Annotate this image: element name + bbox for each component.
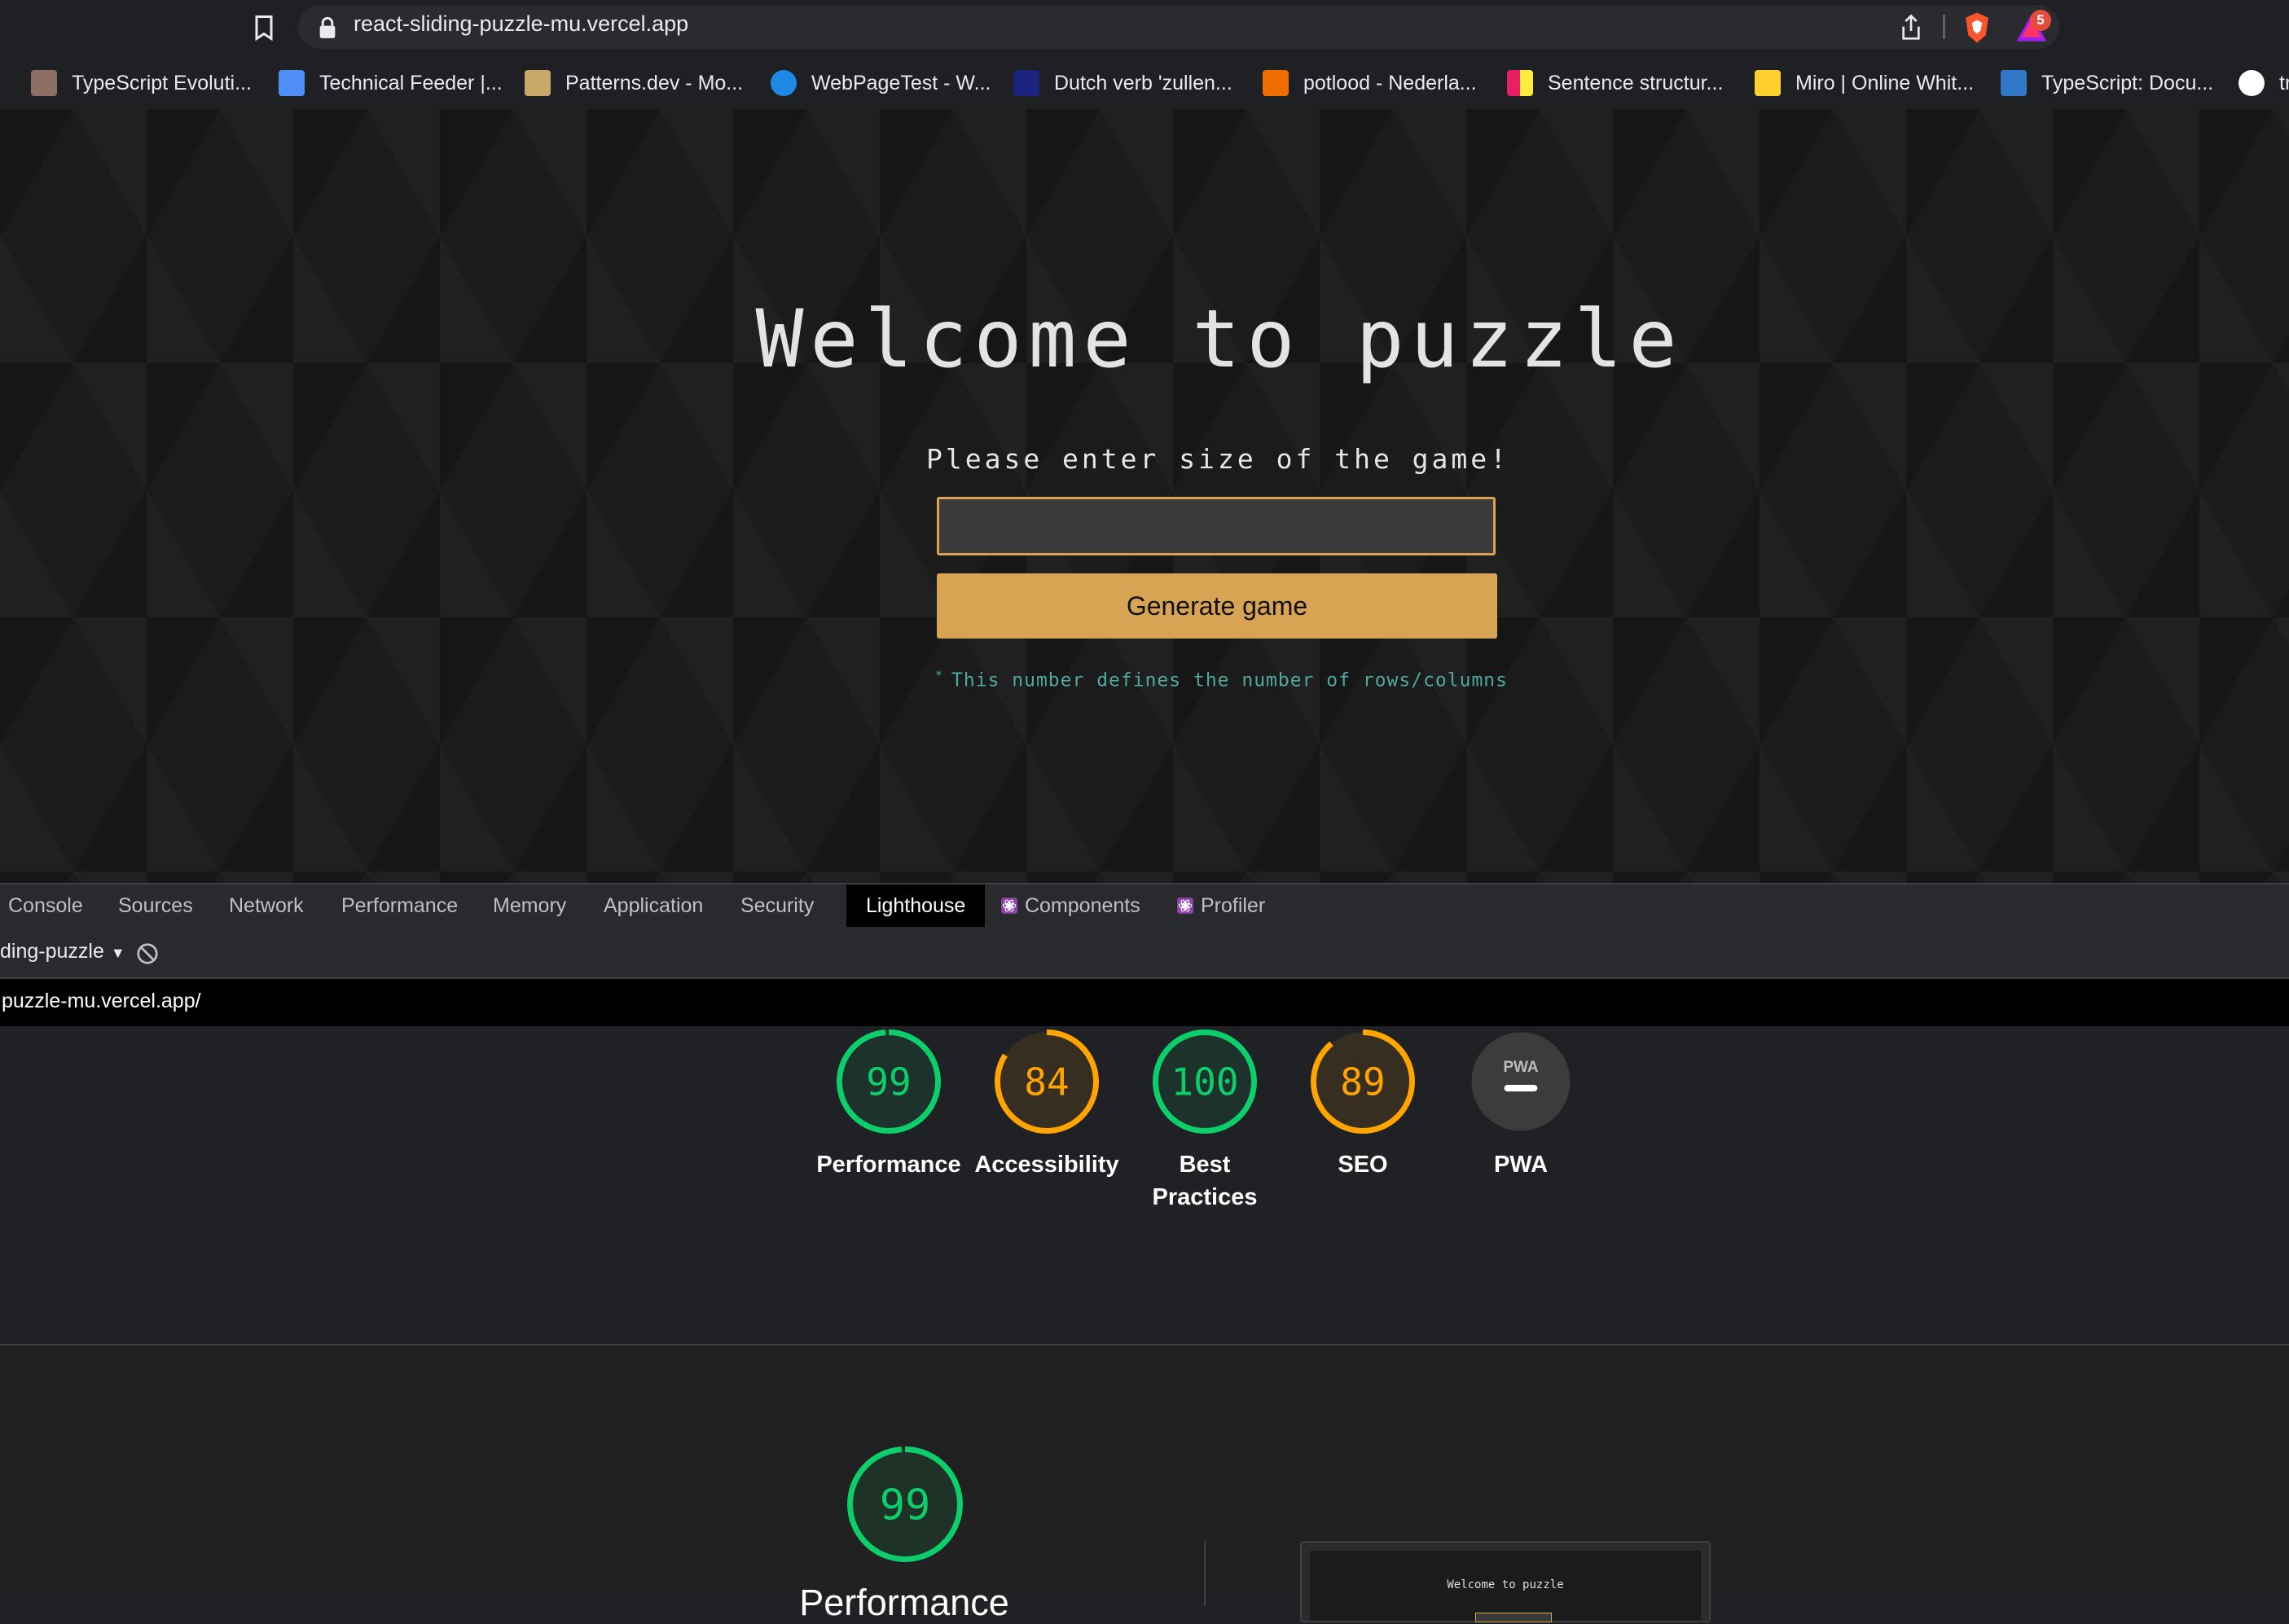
bookmark-item[interactable]: TypeScript Evoluti... [31,67,252,99]
page-viewport: Welcome to puzzle Please enter size of t… [0,109,2289,883]
gauge-seo[interactable]: 89 SEO [1281,1026,1444,1181]
bookmark-item[interactable]: Patterns.dev - Mo... [525,67,743,99]
tab-memory[interactable]: Memory [493,884,566,927]
generate-game-button[interactable]: Generate game [937,573,1497,639]
gauge-4-badge-text: PWA [1503,1059,1539,1076]
perf-big-value: 99 [880,1481,931,1530]
tab-profiler[interactable]: Profiler [1176,884,1265,927]
page-title: Welcome to puzzle [755,293,1684,386]
gauge-1-value: 84 [1024,1060,1069,1104]
hint-text: This number defines the number of rows/c… [951,669,1509,691]
section-divider [1204,1541,1206,1606]
thumbnail-page: Welcome to puzzle [1310,1551,1701,1622]
patterns-favicon [525,70,551,96]
bookmark-item[interactable]: Technical Feeder |... [279,67,503,99]
ts-favicon [2001,70,2027,96]
tab-lighthouse[interactable]: Lighthouse [846,884,986,927]
bookmark-item[interactable]: potlood - Nederla... [1263,67,1477,99]
miro-favicon [1755,70,1781,96]
tab-network[interactable]: Network [229,884,304,927]
score-gauge-2: 100 [1153,1029,1257,1134]
thumbnail-input [1475,1613,1552,1622]
grid-favicon [1507,70,1533,96]
react-icon [1177,898,1193,914]
tab-components[interactable]: Components [1000,884,1140,927]
tab-application[interactable]: Application [604,884,703,927]
gauge-performance[interactable]: 99 Performance [807,1026,970,1181]
gauge-label: Best Practices [1152,1152,1258,1210]
webpagetest-favicon [771,70,797,96]
score-gauge-1: 84 [995,1029,1099,1134]
bookmark-item[interactable]: Sentence structur... [1507,67,1723,99]
pencil-favicon [1263,70,1289,96]
gauge-pwa[interactable]: PWA PWA [1439,1026,1602,1181]
bookmark-icon[interactable] [249,13,279,42]
bookmark-item[interactable]: TypeScript: Docu... [2001,67,2213,99]
tab-console[interactable]: Console [8,884,83,927]
gauge-3-value: 89 [1340,1060,1385,1104]
devtools-tab-bar: Console Sources Network Performance Memo… [0,883,2289,932]
rewards-badge: 5 [2030,10,2051,31]
lock-icon[interactable] [318,16,337,39]
bookmark-item[interactable]: Dutch verb 'zullen... [1013,67,1232,99]
tab-sources[interactable]: Sources [118,884,193,927]
browser-toolbar: react-sliding-puzzle-mu.vercel.app 5 [0,0,2289,55]
bookmark-item[interactable]: WebPageTest - W... [771,67,991,99]
avatar-favicon [31,70,57,96]
score-gauge-3: 89 [1311,1029,1415,1134]
hint-marker: * [935,668,944,683]
bookmark-item[interactable]: Miro | Online Whit... [1755,67,1974,99]
thumbnail-title: Welcome to puzzle [1447,1578,1564,1591]
feeder-favicon [279,70,305,96]
final-screenshot-thumbnail[interactable]: Welcome to puzzle [1300,1541,1711,1622]
report-select[interactable]: ding-puzzle ▼ [0,940,125,963]
brave-shield-icon[interactable] [1962,11,1992,44]
gauge-0-value: 99 [866,1060,911,1104]
devtools-panel: Console Sources Network Performance Memo… [0,883,2289,1623]
url-text[interactable]: react-sliding-puzzle-mu.vercel.app [354,11,688,37]
size-prompt: Please enter size of the game! [925,443,1510,475]
performance-section-title: Performance [799,1582,1009,1623]
tab-security[interactable]: Security [740,884,814,927]
github-favicon [2238,70,2265,96]
performance-section: 99 Performance Welcome to puzzle [0,1345,2289,1623]
size-input[interactable] [937,497,1496,555]
report-select-label: ding-puzzle [0,940,104,963]
gauge-4-badge-bg [1471,1032,1571,1131]
size-hint: * This number defines the number of rows/… [935,668,1508,691]
dutch-favicon [1013,70,1039,96]
dropdown-arrow-icon: ▼ [110,945,125,961]
report-url-bar: puzzle-mu.vercel.app/ [0,979,2289,1026]
tab-components-label: Components [1025,894,1140,917]
score-gauge-0: 99 [837,1029,941,1134]
lighthouse-toolbar: ding-puzzle ▼ [0,930,2289,979]
tab-performance[interactable]: Performance [341,884,458,927]
bookmark-item[interactable]: tr [2238,67,2289,99]
toolbar-divider [1943,15,1945,39]
gauge-label: Performance [816,1152,961,1178]
clear-report-icon[interactable] [135,941,160,966]
tab-profiler-label: Profiler [1201,894,1266,917]
gauge-2-value: 100 [1171,1060,1238,1104]
react-icon [1001,898,1017,914]
gauge-4-na-dash [1504,1085,1538,1092]
report-url[interactable]: puzzle-mu.vercel.app/ [2,990,201,1013]
gauge-best-practices[interactable]: 100 Best Practices [1123,1026,1286,1214]
share-icon[interactable] [1898,13,1924,42]
gauge-label: SEO [1338,1152,1388,1178]
gauge-label: Accessibility [974,1152,1119,1178]
lighthouse-score-gauges: 99 Performance 84 Accessibility 100 Best Pr… [0,1026,2289,1345]
gauge-label: PWA [1493,1152,1549,1178]
performance-score-gauge: 99 [847,1446,963,1562]
gauge-accessibility[interactable]: 84 Accessibility [965,1026,1128,1181]
score-gauge-4: PWA [1471,1032,1571,1131]
